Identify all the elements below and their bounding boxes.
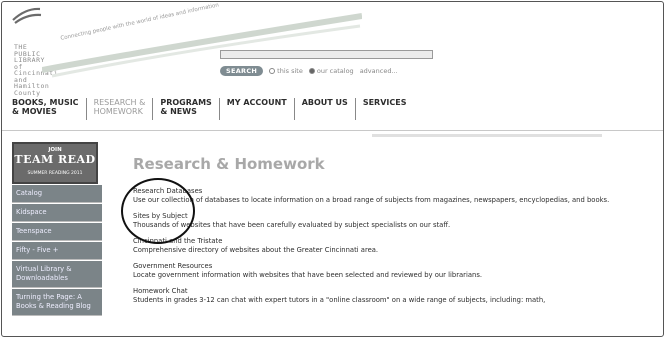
radio-this-site-indicator[interactable] [269, 68, 276, 74]
list-item: Sites by Subject Thousands of websites t… [133, 212, 653, 229]
search-button[interactable]: SEARCH [220, 66, 264, 76]
main-content: Research & Homework Research Databases U… [133, 142, 653, 312]
entry-description: Comprehensive directory of websites abou… [133, 245, 379, 254]
nav-divider [2, 130, 663, 131]
sidebar-item-virtual-library[interactable]: Virtual Library & Downloadables [12, 261, 102, 288]
list-item: Homework Chat Students in grades 3-12 ca… [133, 287, 653, 304]
advanced-search-link[interactable]: advanced... [360, 67, 398, 75]
highlight-circle-annotation [121, 178, 195, 244]
entry-title-link[interactable]: Research Databases [133, 187, 653, 196]
search-input[interactable] [220, 50, 433, 59]
entry-description: Thousands of websites that have been car… [133, 220, 451, 229]
entry-title-link[interactable]: Sites by Subject [133, 212, 653, 221]
entry-description: Locate government information with websi… [133, 270, 483, 279]
decorative-bar [372, 134, 602, 137]
sidebar-item-fifty-five[interactable]: Fifty - Five + [12, 242, 102, 260]
radio-our-catalog-label: our catalog [316, 67, 354, 75]
nav-services[interactable]: SERVICES [356, 98, 414, 107]
search-controls: SEARCH this site our catalog advanced... [220, 65, 398, 77]
entry-title-link[interactable]: Cincinnati and the Tristate [133, 237, 653, 246]
sidebar-item-teenspace[interactable]: Teenspace [12, 223, 102, 241]
page-frame: THE PUBLIC LIBRARY of Cincinnati and Ham… [1, 1, 664, 337]
sidebar-item-turning-the-page[interactable]: Turning the Page: A Books & Reading Blog [12, 289, 102, 316]
nav-research-homework[interactable]: RESEARCH & HOMEWORK [87, 98, 153, 116]
entry-title-link[interactable]: Homework Chat [133, 287, 653, 296]
team-read-promo[interactable]: JOIN TEAM READ SUMMER READING 2011 [12, 142, 98, 184]
nav-programs-news[interactable]: PROGRAMS & NEWS [153, 98, 218, 116]
top-navigation: BOOKS, MUSIC & MOVIES RESEARCH & HOMEWOR… [12, 98, 413, 120]
entry-description: Students in grades 3-12 can chat with ex… [133, 295, 546, 304]
radio-our-catalog[interactable]: our catalog [308, 67, 354, 75]
list-item: Government Resources Locate government i… [133, 262, 653, 279]
list-item: Research Databases Use our collection of… [133, 187, 653, 204]
entry-title-link[interactable]: Government Resources [133, 262, 653, 271]
sidebar-item-catalog[interactable]: Catalog [12, 185, 102, 203]
radio-this-site-label: this site [277, 67, 303, 75]
entry-description: Use our collection of databases to locat… [133, 195, 610, 204]
promo-line-2: TEAM READ [14, 153, 96, 166]
nav-books-music-movies[interactable]: BOOKS, MUSIC & MOVIES [12, 98, 86, 116]
radio-our-catalog-indicator[interactable] [308, 68, 315, 74]
list-item: Cincinnati and the Tristate Comprehensiv… [133, 237, 653, 254]
logo-mark-icon [12, 7, 42, 24]
nav-my-account[interactable]: MY ACCOUNT [220, 98, 294, 107]
left-sidebar: JOIN TEAM READ SUMMER READING 2011 Catal… [12, 142, 102, 316]
nav-about-us[interactable]: ABOUT US [295, 98, 355, 107]
sidebar-item-kidspace[interactable]: Kidspace [12, 204, 102, 222]
radio-this-site[interactable]: this site [269, 67, 303, 75]
page-title: Research & Homework [133, 155, 325, 173]
promo-line-3: SUMMER READING 2011 [27, 171, 83, 176]
